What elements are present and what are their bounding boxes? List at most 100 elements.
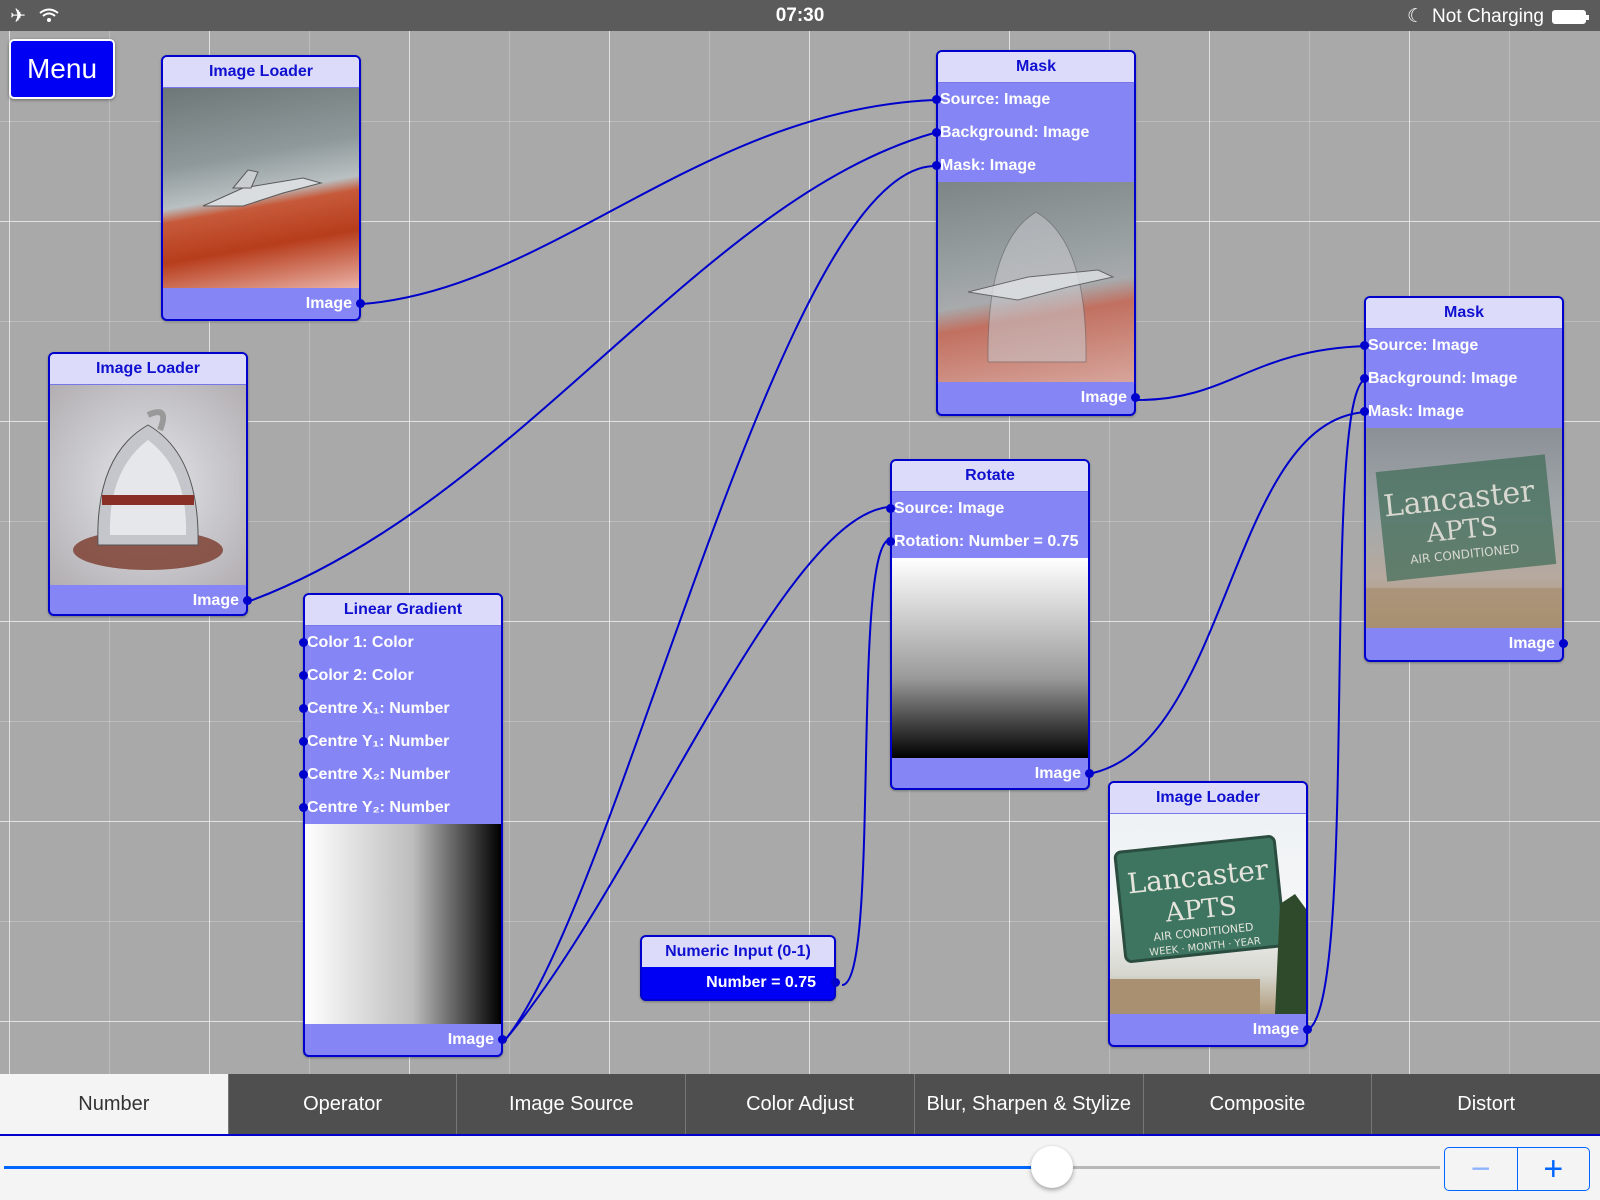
image-loader-node-3[interactable]: Image Loader Lancaster APTS AIR CONDITIO… xyxy=(1108,781,1312,1047)
input-label: Source: Image xyxy=(940,91,1051,108)
tab-number[interactable]: Number xyxy=(0,1074,228,1135)
node-title: Mask xyxy=(1366,298,1562,329)
input-port[interactable] xyxy=(1360,341,1369,350)
output-label: Image xyxy=(1080,389,1127,406)
linear-gradient-node[interactable]: Linear Gradient Color 1: Color Color 2: … xyxy=(299,593,507,1057)
mask-node-1[interactable]: Mask Source: Image Background: Image Mas… xyxy=(932,50,1140,416)
output-port-row[interactable]: Image xyxy=(50,585,252,616)
tab-operator[interactable]: Operator xyxy=(227,1074,457,1135)
input-port[interactable] xyxy=(299,671,308,680)
slider-thumb[interactable] xyxy=(1031,1146,1074,1188)
input-source[interactable]: Source: Image xyxy=(932,83,1134,116)
input-source[interactable]: Source: Image xyxy=(886,492,1088,525)
output-port[interactable] xyxy=(1303,1025,1312,1034)
output-label: Image xyxy=(305,295,352,312)
category-tab-bar: Number Operator Image Source Color Adjus… xyxy=(0,1074,1600,1135)
input-label: Background: Image xyxy=(1368,370,1518,387)
input-mask[interactable]: Mask: Image xyxy=(1360,395,1562,428)
node-title: Mask xyxy=(938,52,1134,83)
input-port[interactable] xyxy=(299,737,308,746)
input-mask[interactable]: Mask: Image xyxy=(932,149,1134,182)
output-port-row[interactable]: Number = 0.75 xyxy=(642,967,840,999)
output-port-row[interactable]: Image xyxy=(938,382,1140,413)
output-port-row[interactable]: Image xyxy=(163,288,365,319)
output-label: Image xyxy=(192,592,239,609)
image-loader-node-2[interactable]: Image Loader Image xyxy=(48,352,252,616)
input-label: Centre X₂: Number xyxy=(307,766,451,783)
blended-illustration xyxy=(967,211,1115,363)
input-port[interactable] xyxy=(299,803,308,812)
tab-color-adjust[interactable]: Color Adjust xyxy=(685,1074,914,1135)
output-label: Image xyxy=(1252,1021,1299,1038)
output-port[interactable] xyxy=(243,596,252,605)
output-port-row[interactable]: Image xyxy=(1110,1014,1312,1045)
node-title: Linear Gradient xyxy=(305,595,501,626)
moon-icon: ☾ xyxy=(1407,6,1425,27)
rotate-node[interactable]: Rotate Source: Image Rotation: Number = … xyxy=(886,459,1094,790)
output-port-row[interactable]: Image xyxy=(1366,628,1568,659)
hood-ornament-illustration xyxy=(202,169,323,207)
input-port[interactable] xyxy=(886,504,895,513)
output-label: Image xyxy=(1508,635,1555,652)
node-title: Image Loader xyxy=(50,354,246,385)
input-rotation[interactable]: Rotation: Number = 0.75 xyxy=(886,525,1088,558)
zoom-slider[interactable] xyxy=(4,1146,1440,1188)
image-loader-node-1[interactable]: Image Loader Image xyxy=(161,55,365,321)
plus-button[interactable]: + xyxy=(1518,1148,1590,1190)
input-label: Source: Image xyxy=(1368,337,1479,354)
tab-image-source[interactable]: Image Source xyxy=(456,1074,685,1135)
input-port[interactable] xyxy=(1360,374,1369,383)
input-port[interactable] xyxy=(299,638,308,647)
output-port[interactable] xyxy=(1131,393,1140,402)
zoom-controls: − + xyxy=(0,1136,1600,1200)
input-color-1[interactable]: Color 1: Color xyxy=(299,626,501,659)
input-port[interactable] xyxy=(932,161,941,170)
input-source[interactable]: Source: Image xyxy=(1360,329,1562,362)
input-label: Centre Y₁: Number xyxy=(307,733,450,750)
tab-composite[interactable]: Composite xyxy=(1142,1074,1372,1135)
numeric-input-node[interactable]: Numeric Input (0-1) Number = 0.75 xyxy=(640,935,840,1001)
input-centre-x1[interactable]: Centre X₁: Number xyxy=(299,692,501,725)
input-centre-y1[interactable]: Centre Y₁: Number xyxy=(299,725,501,758)
input-port[interactable] xyxy=(299,704,308,713)
input-port[interactable] xyxy=(886,537,895,546)
status-time: 07:30 xyxy=(775,5,825,26)
output-port[interactable] xyxy=(498,1035,507,1044)
node-title: Image Loader xyxy=(163,57,359,88)
tab-blur-sharpen-stylize[interactable]: Blur, Sharpen & Stylize xyxy=(913,1074,1143,1135)
rotate-preview xyxy=(892,558,1088,758)
node-title: Numeric Input (0-1) xyxy=(642,937,834,967)
output-port[interactable] xyxy=(831,978,840,987)
charging-status: Not Charging xyxy=(1432,5,1544,27)
status-bar: ✈ 07:30 ☾ Not Charging xyxy=(0,0,1600,31)
status-right: ☾ Not Charging xyxy=(1407,5,1589,28)
mask-node-2[interactable]: Mask Source: Image Background: Image Mas… xyxy=(1360,296,1568,662)
lancaster-sign-illustration: Lancaster APTS AIR CONDITIONED WEEK · MO… xyxy=(1110,835,1306,1014)
input-color-2[interactable]: Color 2: Color xyxy=(299,659,501,692)
node-title: Image Loader xyxy=(1110,783,1306,814)
input-centre-y2[interactable]: Centre Y₂: Number xyxy=(299,791,501,824)
input-port[interactable] xyxy=(932,128,941,137)
output-label: Number = 0.75 xyxy=(706,974,816,991)
input-label: Color 1: Color xyxy=(307,634,414,651)
minus-button[interactable]: − xyxy=(1445,1148,1518,1190)
node-title: Rotate xyxy=(892,461,1088,492)
input-background[interactable]: Background: Image xyxy=(932,116,1134,149)
menu-button[interactable]: Menu xyxy=(9,39,115,99)
input-port[interactable] xyxy=(299,770,308,779)
output-port[interactable] xyxy=(356,299,365,308)
output-label: Image xyxy=(447,1031,494,1048)
output-port[interactable] xyxy=(1085,769,1094,778)
input-label: Background: Image xyxy=(940,124,1090,141)
tab-distort[interactable]: Distort xyxy=(1371,1074,1600,1135)
input-port[interactable] xyxy=(932,95,941,104)
input-centre-x2[interactable]: Centre X₂: Number xyxy=(299,758,501,791)
output-port-row[interactable]: Image xyxy=(892,758,1094,789)
input-background[interactable]: Background: Image xyxy=(1360,362,1562,395)
output-port[interactable] xyxy=(1559,639,1568,648)
output-label: Image xyxy=(1034,765,1081,782)
input-port[interactable] xyxy=(1360,407,1369,416)
output-port-row[interactable]: Image xyxy=(305,1024,507,1055)
input-label: Mask: Image xyxy=(940,157,1037,174)
zoom-stepper: − + xyxy=(1444,1147,1590,1191)
